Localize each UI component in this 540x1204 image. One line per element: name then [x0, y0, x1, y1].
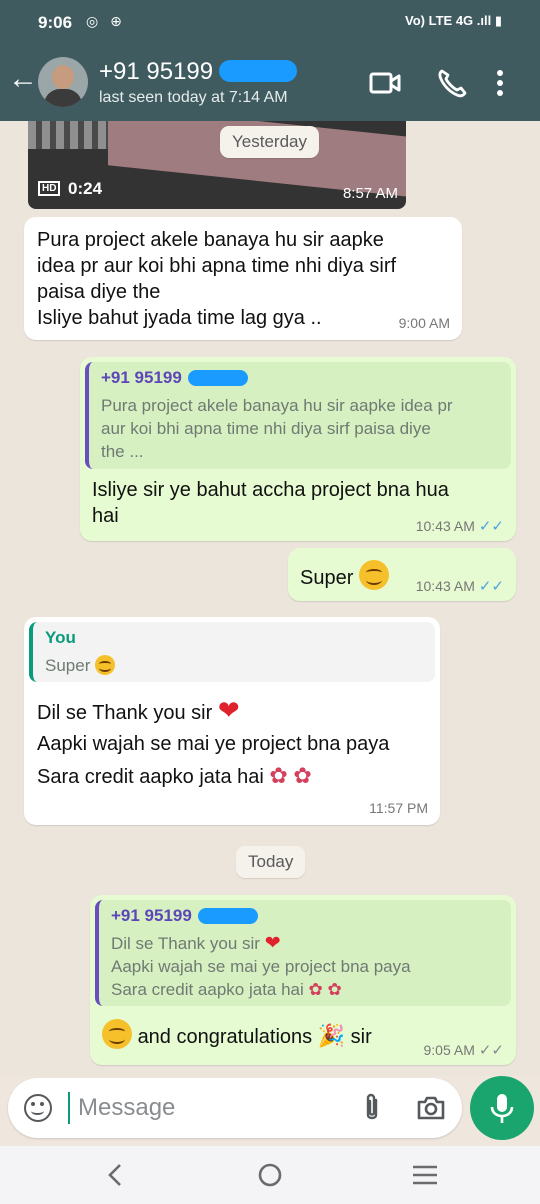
status-bar: 9:06 ◎ ⊕ Vo) LTE 4G .ıll ▮ [0, 0, 540, 44]
microphone-icon [490, 1094, 514, 1123]
emoji-icon[interactable] [24, 1094, 52, 1122]
quoted-text: Super [45, 654, 116, 677]
message-composer [8, 1078, 462, 1138]
quoted-message[interactable]: +91 95199 Pura project akele banaya hu s… [85, 362, 511, 469]
chat-header: 9:06 ◎ ⊕ Vo) LTE 4G .ıll ▮ ← +91 95199 l… [0, 0, 540, 121]
redaction-mark [197, 908, 258, 924]
video-message[interactable]: HD 0:24 8:57 AM [28, 121, 406, 209]
date-divider: Today [236, 846, 306, 878]
smiling-face-emoji [95, 655, 116, 675]
nav-recents-icon[interactable] [410, 1162, 440, 1188]
attach-paperclip-icon[interactable] [360, 1092, 384, 1124]
message-text: and congratulations 🎉 sir [102, 1019, 372, 1050]
status-time: 9:06 [38, 13, 73, 32]
quoted-text: Dil se Thank you sir ❤ Aapki wajah se ma… [111, 933, 411, 999]
outgoing-message[interactable]: +91 95199 Pura project akele banaya hu s… [80, 357, 516, 541]
status-notification-icons: ◎ ⊕ [86, 13, 126, 29]
quoted-sender: You [45, 628, 76, 647]
last-seen-status: last seen today at 7:14 AM [99, 89, 288, 106]
relieved-face-emoji [102, 1019, 132, 1049]
message-time-status: 10:43 AM ✓✓ [415, 518, 504, 535]
bouquet-emoji: ✿ [327, 980, 342, 999]
camera-icon[interactable] [416, 1094, 446, 1122]
video-call-icon[interactable] [369, 68, 401, 98]
message-text: Super [300, 560, 389, 591]
status-indicators: Vo) LTE 4G .ıll ▮ [405, 13, 502, 28]
red-heart-emoji: ❤ [264, 933, 281, 954]
message-time: 11:57 PM [369, 800, 428, 816]
message-time: 9:00 AM [398, 315, 450, 331]
bouquet-emoji: ✿ [293, 763, 312, 788]
read-receipt-icon: ✓✓ [478, 578, 504, 595]
incoming-message[interactable]: You Super Dil se Thank you sir ❤ Aapki w… [24, 617, 440, 825]
redaction-mark [219, 60, 298, 82]
contact-name-text: +91 95199 [99, 58, 214, 85]
nav-back-chevron-icon[interactable] [102, 1162, 132, 1188]
more-options-icon[interactable] [494, 68, 506, 98]
contact-name[interactable]: +91 95199 [99, 58, 298, 86]
message-time: 8:57 AM [342, 185, 398, 202]
quoted-sender: +91 95199 [101, 368, 248, 388]
chat-area[interactable]: HD 0:24 8:57 AM Yesterday Pura project a… [0, 121, 540, 1076]
date-divider: Yesterday [220, 126, 319, 158]
message-input[interactable] [68, 1092, 348, 1124]
message-text: Dil se Thank you sir ❤ Aapki wajah se ma… [37, 695, 390, 788]
system-navigation-bar [0, 1146, 540, 1204]
bouquet-emoji: ✿ [269, 763, 288, 788]
nav-home-circle-icon[interactable] [255, 1162, 285, 1188]
quoted-message[interactable]: You Super [29, 622, 435, 682]
red-heart-emoji: ❤ [217, 695, 240, 725]
incoming-message[interactable]: Pura project akele banaya hu sir aapke i… [24, 217, 462, 340]
quoted-sender: +91 95199 [111, 906, 258, 926]
message-text: Isliye sir ye bahut accha project bna hu… [92, 479, 449, 527]
read-receipt-icon: ✓✓ [478, 518, 504, 535]
video-duration: 0:24 [68, 179, 103, 198]
hd-badge: HD [38, 181, 61, 196]
message-time-status: 9:05 AM ✓✓ [423, 1042, 504, 1059]
delivered-receipt-icon: ✓✓ [478, 1042, 504, 1059]
message-text: Pura project akele banaya hu sir aapke i… [37, 229, 397, 329]
redaction-mark [187, 370, 248, 386]
avatar[interactable] [38, 57, 88, 107]
quoted-message[interactable]: +91 95199 Dil se Thank you sir ❤ Aapki w… [95, 900, 511, 1006]
microphone-button[interactable] [470, 1076, 534, 1140]
outgoing-message[interactable]: +91 95199 Dil se Thank you sir ❤ Aapki w… [90, 895, 516, 1065]
back-arrow-icon[interactable]: ← [8, 64, 38, 94]
party-popper-emoji: 🎉 [317, 1023, 346, 1048]
message-time-status: 10:43 AM ✓✓ [415, 578, 504, 595]
quoted-text: Pura project akele banaya hu sir aapke i… [101, 396, 453, 461]
voice-call-icon[interactable] [436, 68, 468, 98]
bouquet-emoji: ✿ [308, 980, 323, 999]
outgoing-message[interactable]: Super 10:43 AM ✓✓ [288, 548, 516, 601]
smiling-face-emoji [358, 560, 389, 590]
